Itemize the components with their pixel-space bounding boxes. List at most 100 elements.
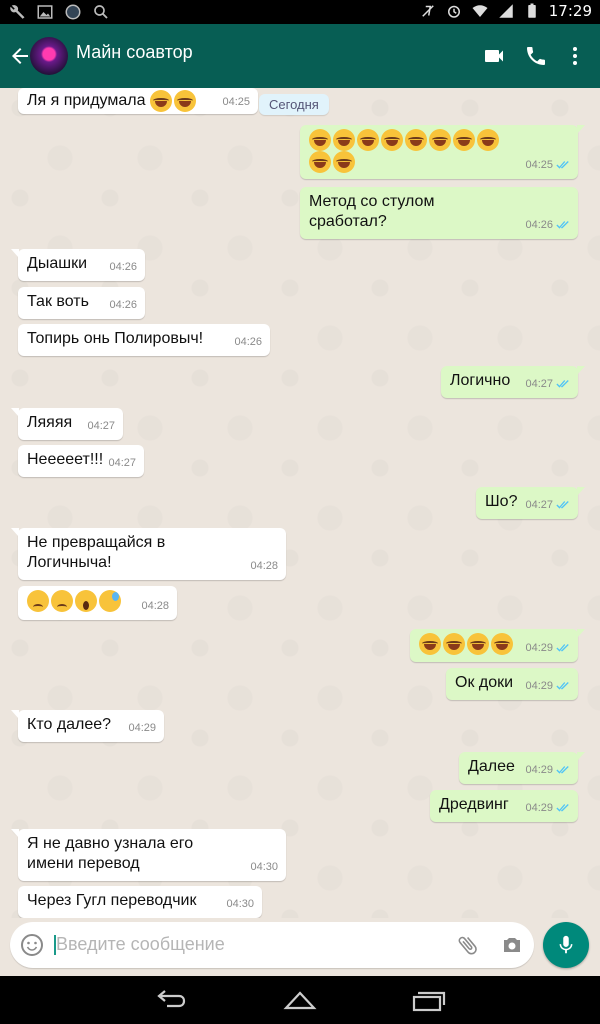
message-outgoing[interactable]: Логично 04:27 <box>441 366 585 398</box>
video-call-icon[interactable] <box>482 44 506 68</box>
message-time: 04:29 <box>525 764 553 776</box>
read-ticks-icon <box>556 501 569 509</box>
screaming-emoji-icon <box>75 590 97 612</box>
message-incoming[interactable]: Так воть 04:26 <box>18 287 145 319</box>
read-ticks-icon <box>556 804 569 812</box>
message-incoming[interactable]: Я не давно узнала его имени перевод 04:3… <box>11 829 286 881</box>
laughing-emoji-icon <box>309 151 331 173</box>
message-time: 04:28 <box>141 600 169 612</box>
laughing-emoji-icon <box>309 129 331 151</box>
signal-icon <box>499 4 513 18</box>
laughing-emoji-icon <box>333 151 355 173</box>
message-time: 04:30 <box>226 898 254 910</box>
message-time: 04:26 <box>234 336 262 348</box>
message-incoming[interactable]: Топирь онь Полировыч! 04:26 <box>18 324 270 356</box>
message-outgoing[interactable]: Метод со стулом сработал? 04:26 <box>300 187 578 239</box>
phone-icon[interactable] <box>524 44 548 68</box>
persevering-emoji-icon <box>51 590 73 612</box>
message-incoming[interactable]: Ля я придумала 04:25 <box>18 88 258 114</box>
read-ticks-icon <box>556 161 569 169</box>
message-text: Через Гугл переводчик <box>27 892 197 909</box>
more-vert-icon[interactable] <box>563 44 587 68</box>
message-time: 04:29 <box>525 642 553 654</box>
message-text: Ляяяя <box>27 414 73 431</box>
message-incoming[interactable]: Ляяяя 04:27 <box>11 408 123 440</box>
laughing-emoji-icon <box>149 90 172 112</box>
message-outgoing[interactable]: Ок доки 04:29 <box>446 668 578 700</box>
composer: Введите сообщение <box>0 918 600 976</box>
microphone-icon <box>559 935 573 954</box>
alarm-icon <box>447 5 460 18</box>
search-icon <box>94 5 108 19</box>
attach-icon[interactable] <box>456 933 480 957</box>
message-text: Кто далее? <box>27 716 112 733</box>
wrench-icon <box>10 5 25 19</box>
wifi-icon <box>472 5 488 17</box>
sweat-emoji-icon <box>99 590 121 612</box>
back-arrow-icon[interactable] <box>8 44 32 68</box>
message-outgoing[interactable]: 04:25 <box>300 125 585 179</box>
contact-name[interactable]: Майн соавтор <box>76 42 193 63</box>
message-text: Я не давно узнала его имени перевод <box>27 835 194 872</box>
message-incoming[interactable]: Дыашки 04:26 <box>11 249 145 281</box>
message-time: 04:29 <box>525 680 553 692</box>
message-time: 04:29 <box>525 802 553 814</box>
laughing-emoji-icon <box>333 129 355 151</box>
message-time: 04:25 <box>525 159 553 171</box>
camera-icon[interactable] <box>500 933 524 957</box>
message-incoming[interactable]: Кто далее? 04:29 <box>11 710 164 742</box>
message-text: Шо? <box>485 493 518 510</box>
emoji-row <box>309 129 570 151</box>
laughing-emoji-icon <box>467 633 489 655</box>
avatar[interactable] <box>30 37 68 75</box>
message-time: 04:27 <box>525 378 553 390</box>
read-ticks-icon <box>556 221 569 229</box>
recents-nav-icon[interactable] <box>410 988 446 1012</box>
message-time: 04:26 <box>109 261 137 273</box>
message-text: Не превращайся в Логичныча! <box>27 534 166 571</box>
app-notification-icon <box>65 4 81 20</box>
emoji-picker-icon[interactable] <box>20 933 44 957</box>
laughing-emoji-icon <box>405 129 427 151</box>
message-outgoing[interactable]: Дредвинг 04:29 <box>430 790 578 822</box>
tired-emoji-icon <box>27 590 49 612</box>
message-incoming[interactable]: Не превращайся в Логичныча! 04:28 <box>11 528 286 580</box>
laughing-emoji-icon <box>429 129 451 151</box>
message-incoming[interactable]: Нееееет!!! 04:27 <box>18 445 144 477</box>
message-text: Так воть <box>27 293 89 310</box>
message-incoming[interactable]: 04:28 <box>18 586 177 620</box>
message-time: 04:26 <box>525 219 553 231</box>
message-time: 04:26 <box>109 299 137 311</box>
read-ticks-icon <box>556 682 569 690</box>
laughing-emoji-icon <box>381 129 403 151</box>
message-placeholder: Введите сообщение <box>56 934 225 954</box>
message-outgoing[interactable]: 04:29 <box>410 629 585 662</box>
message-text: Нееееет!!! <box>27 451 104 468</box>
date-divider: Сегодня <box>259 94 329 115</box>
message-outgoing[interactable]: Далее 04:29 <box>459 752 585 784</box>
read-ticks-icon <box>556 644 569 652</box>
laughing-emoji-icon <box>357 129 379 151</box>
message-text: Далее <box>468 758 515 775</box>
message-input[interactable]: Введите сообщение <box>10 922 534 968</box>
chat-header: Майн соавтор <box>0 24 600 88</box>
message-text: Ок доки <box>455 674 514 691</box>
back-nav-icon[interactable] <box>153 988 189 1012</box>
battery-icon <box>528 3 536 18</box>
message-time: 04:27 <box>108 457 136 469</box>
message-outgoing[interactable]: Шо? 04:27 <box>476 487 585 519</box>
home-nav-icon[interactable] <box>282 988 318 1012</box>
message-incoming[interactable]: Через Гугл переводчик 04:30 <box>18 886 262 918</box>
voice-record-button[interactable] <box>543 922 589 968</box>
message-time: 04:28 <box>250 560 278 572</box>
message-text: Логично <box>450 372 511 389</box>
laughing-emoji-icon <box>477 129 499 151</box>
mute-icon <box>421 5 434 17</box>
message-time: 04:29 <box>128 722 156 734</box>
laughing-emoji-icon <box>453 129 475 151</box>
message-list[interactable]: Ля я придумала 04:25 Сегодня 04:25 Метод… <box>0 88 600 918</box>
message-text: Топирь онь Полировыч! <box>27 330 204 347</box>
status-bar: 17:29 <box>0 0 600 24</box>
message-time: 04:30 <box>250 861 278 873</box>
system-nav-bar <box>0 976 600 1024</box>
